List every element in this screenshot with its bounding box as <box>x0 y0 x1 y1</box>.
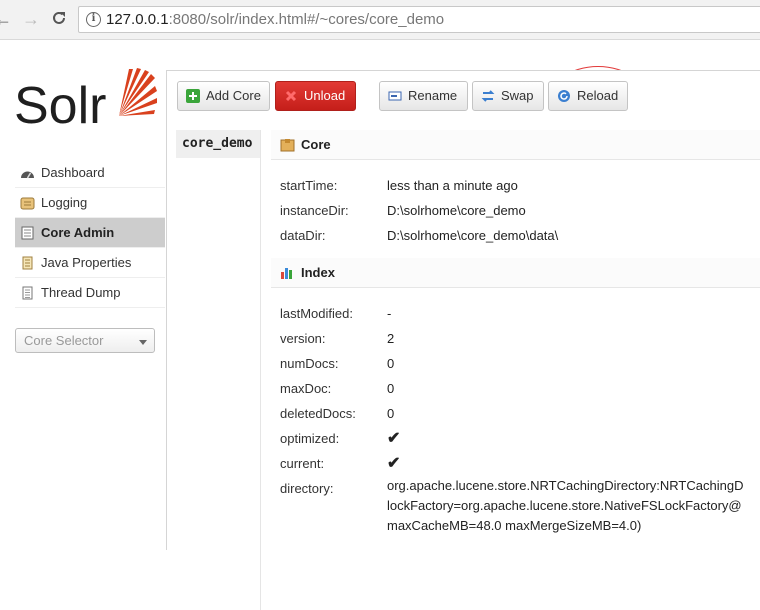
index-row-maxdoc: maxDoc: 0 <box>280 376 760 401</box>
directory-line: lockFactory=org.apache.lucene.store.Nati… <box>387 498 742 513</box>
row-key: startTime: <box>280 178 338 193</box>
thread-dump-icon <box>22 286 33 300</box>
core-row-starttime: startTime: less than a minute ago <box>280 173 760 198</box>
row-key: current: <box>280 456 325 471</box>
sidebar-item-label: Core Admin <box>41 225 115 240</box>
reload-button[interactable]: Reload <box>548 81 628 111</box>
back-arrow-icon[interactable]: ← <box>0 9 12 29</box>
sidebar-item-label: Dashboard <box>41 165 105 180</box>
check-icon: ✔ <box>387 455 401 472</box>
row-key: maxDoc: <box>280 381 332 396</box>
refresh-icon <box>558 90 570 102</box>
row-key: directory: <box>280 481 334 496</box>
row-value: D:\solrhome\core_demo <box>387 203 526 218</box>
java-properties-icon <box>22 256 33 270</box>
swap-button[interactable]: Swap <box>472 81 544 111</box>
row-value: 2 <box>387 331 395 346</box>
row-key: numDocs: <box>280 356 339 371</box>
rename-label: Rename <box>408 88 458 103</box>
core-section-title: Core <box>301 137 331 152</box>
unload-label: Unload <box>304 88 346 103</box>
row-key: dataDir: <box>280 228 326 243</box>
index-section-header: Index <box>271 258 760 288</box>
core-list: core_demo <box>176 130 261 610</box>
info-icon[interactable]: i <box>86 12 101 27</box>
row-key: version: <box>280 331 326 346</box>
index-row-version: version: 2 <box>280 326 760 351</box>
check-icon: ✔ <box>387 430 401 447</box>
reload-icon[interactable] <box>50 9 68 31</box>
row-value: 0 <box>387 356 395 371</box>
browser-toolbar: ← → i 127.0.0.1:8080/solr/index.html#/~c… <box>0 0 760 40</box>
sidebar-item-logging[interactable]: Logging <box>15 188 165 218</box>
sidebar-item-label: Logging <box>41 195 88 210</box>
forward-arrow-icon[interactable]: → <box>22 9 40 29</box>
sidebar-item-label: Java Properties <box>41 255 132 270</box>
index-row-current: current: ✔ <box>280 451 760 476</box>
address-bar[interactable]: i 127.0.0.1:8080/solr/index.html#/~cores… <box>78 6 760 33</box>
core-admin-icon <box>21 226 34 240</box>
core-box-icon <box>280 139 295 152</box>
core-admin-panel: Add Core Unload Rename Swap Reload core_… <box>166 70 760 610</box>
swap-label: Swap <box>501 88 534 103</box>
rename-icon <box>388 91 402 101</box>
solr-sun-icon <box>119 68 157 116</box>
reload-label: Reload <box>577 88 619 103</box>
bar-chart-icon <box>281 268 292 279</box>
url-text: 127.0.0.1:8080/solr/index.html#/~cores/c… <box>106 11 445 28</box>
index-row-optimized: optimized: ✔ <box>280 426 760 451</box>
core-row-datadir: dataDir: D:\solrhome\core_demo\data\ <box>280 223 760 248</box>
logging-icon <box>20 197 35 210</box>
directory-line: org.apache.lucene.store.NRTCachingDirect… <box>387 478 744 493</box>
core-row-instancedir: instanceDir: D:\solrhome\core_demo <box>280 198 760 223</box>
chevron-down-icon <box>139 340 147 345</box>
index-row-numdocs: numDocs: 0 <box>280 351 760 376</box>
row-value: D:\solrhome\core_demo\data\ <box>387 228 559 243</box>
row-key: lastModified: <box>280 306 353 321</box>
core-details: Core startTime: less than a minute ago in… <box>271 130 760 556</box>
logo-text: Solr <box>14 77 107 135</box>
row-key: instanceDir: <box>280 203 349 218</box>
solr-logo[interactable]: Solr <box>14 66 157 138</box>
rename-button[interactable]: Rename <box>379 81 468 111</box>
sidebar-item-label: Thread Dump <box>41 285 121 300</box>
row-value: less than a minute ago <box>387 178 518 193</box>
row-value: 0 <box>387 381 395 396</box>
row-value: - <box>387 306 392 321</box>
swap-icon <box>481 90 495 102</box>
sidebar-menu: Dashboard Logging Core Admin Java Proper… <box>15 158 165 308</box>
index-row-lastmodified: lastModified: - <box>280 301 760 326</box>
unload-button[interactable]: Unload <box>275 81 356 111</box>
sidebar-item-core-admin[interactable]: Core Admin <box>15 218 165 248</box>
core-section-header: Core <box>271 130 760 160</box>
core-list-item[interactable]: core_demo <box>176 130 260 158</box>
plus-icon <box>186 89 200 103</box>
dashboard-icon <box>21 171 34 179</box>
sidebar-item-dashboard[interactable]: Dashboard <box>15 158 165 188</box>
row-value: 0 <box>387 406 395 421</box>
close-icon <box>285 90 297 102</box>
sidebar-item-thread-dump[interactable]: Thread Dump <box>15 278 165 308</box>
directory-value: org.apache.lucene.store.NRTCachingDirect… <box>387 476 743 536</box>
index-row-deleteddocs: deletedDocs: 0 <box>280 401 760 426</box>
add-core-button[interactable]: Add Core <box>177 81 270 111</box>
core-selector-dropdown[interactable]: Core Selector <box>15 328 155 353</box>
sidebar-item-java-properties[interactable]: Java Properties <box>15 248 165 278</box>
add-core-label: Add Core <box>206 88 261 103</box>
directory-line: maxCacheMB=48.0 maxMergeSizeMB=4.0) <box>387 518 642 533</box>
row-key: deletedDocs: <box>280 406 356 421</box>
core-selector-placeholder: Core Selector <box>24 333 104 348</box>
index-row-directory: directory: org.apache.lucene.store.NRTCa… <box>280 476 760 546</box>
index-section-title: Index <box>301 265 335 280</box>
row-key: optimized: <box>280 431 340 446</box>
